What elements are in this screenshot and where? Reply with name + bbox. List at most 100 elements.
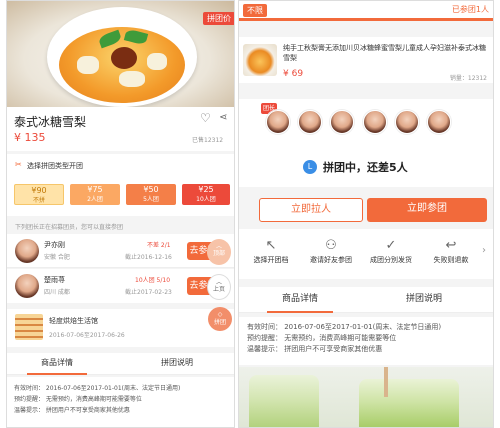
join-hint: 下列团长正在招募团员，您可以直接参团 bbox=[15, 224, 124, 231]
member-avatar bbox=[330, 110, 354, 134]
member-avatar bbox=[427, 110, 451, 134]
group-deadline: 截止2017-02-23 bbox=[125, 289, 172, 296]
heart-icon[interactable]: ♡ bbox=[200, 111, 211, 125]
product-info: 泰式冰糖雪梨 ¥ 135 ♡ ⋖ 已售12312 bbox=[7, 107, 234, 151]
top-bar: 不限 已参团1人 bbox=[239, 1, 493, 18]
info-block: 有效时间： 2016-07-06至2017-01-01(周末、法定节日通用) 预… bbox=[7, 377, 234, 427]
left-screen: 拼团价 泰式冰糖雪梨 ¥ 135 ♡ ⋖ 已售12312 ✂ 选择拼团类型开团 … bbox=[6, 0, 235, 428]
coupon-label: 拼团 bbox=[213, 319, 226, 326]
shop-row[interactable]: 轻度烘焙生活馆 2016-07-06至2017-06-26 ◇ 拼团 bbox=[7, 307, 234, 347]
option-10[interactable]: ¥25 10人团 bbox=[182, 184, 230, 205]
pear-piece bbox=[77, 56, 99, 74]
option-5[interactable]: ¥50 5人团 bbox=[126, 184, 176, 205]
member-avatar bbox=[363, 110, 387, 134]
item-title: 纯手工秋梨膏无添加川贝冰糖蜂蜜雪梨儿童成人孕妇滋补泰式冰糖雪梨 bbox=[283, 44, 486, 62]
step-label: 失败则退款 bbox=[433, 256, 469, 264]
leader-name: 尹亦刚 bbox=[44, 241, 65, 249]
item-price: ¥ 69 bbox=[283, 69, 304, 79]
pear-piece bbox=[119, 71, 145, 87]
step-label: 成团分別发货 bbox=[370, 256, 412, 264]
check-icon: ✓ bbox=[385, 238, 397, 253]
straw-image bbox=[384, 367, 388, 397]
option-label: 10人团 bbox=[196, 196, 216, 203]
right-screen: 不限 已参团1人 纯手工秋梨膏无添加川贝冰糖蜂蜜雪梨儿童成人孕妇滋补泰式冰糖雪梨… bbox=[238, 0, 494, 428]
option-price: ¥90 bbox=[31, 186, 47, 195]
invite-button[interactable]: 立即拉人 bbox=[259, 198, 363, 222]
item-thumbnail bbox=[243, 44, 277, 76]
info-line: 温馨提示： 拼团用户不可享受商家其他优惠 bbox=[247, 345, 383, 353]
info-block: 有效时间： 2016-07-06至2017-01-01(周末、法定节日通用) 预… bbox=[239, 317, 493, 365]
jar-image bbox=[359, 379, 459, 427]
user-icon: ⚇ bbox=[325, 238, 337, 253]
unlimited-tag: 不限 bbox=[243, 4, 267, 17]
leader-place: 四川 成都 bbox=[44, 289, 70, 296]
group-status: 不差 2/1 bbox=[147, 242, 171, 249]
tab-product-detail[interactable]: 商品详情 bbox=[267, 287, 333, 313]
detail-tabs: 商品详情 拼团说明 bbox=[239, 287, 493, 313]
cursor-icon: ↖ bbox=[265, 238, 277, 253]
step-item: ⚇ 邀请好友参团 bbox=[303, 237, 359, 265]
step-label: 邀请好友参团 bbox=[310, 256, 352, 264]
tag-icon: ✂ bbox=[15, 160, 22, 169]
joined-count: 已参团1人 bbox=[451, 5, 489, 14]
share-icon[interactable]: ⋖ bbox=[219, 112, 227, 123]
product-title: 泰式冰糖雪梨 bbox=[14, 115, 87, 129]
group-coupon-button[interactable]: ◇ 拼团 bbox=[208, 307, 232, 331]
detail-tabs: 商品详情 拼团说明 bbox=[7, 353, 234, 375]
avatar bbox=[15, 239, 39, 263]
step-item: ↖ 选择开团档 bbox=[243, 237, 299, 265]
tab-product-detail[interactable]: 商品详情 bbox=[27, 353, 87, 375]
info-line: 温馨提示： 拼团用户不可享受商家其他优惠 bbox=[14, 407, 130, 414]
steps-section: ↖ 选择开团档 ⚇ 邀请好友参团 ✓ 成团分別发货 ↩ 失败则退款 › bbox=[239, 229, 493, 279]
tab-group-rules[interactable]: 拼团说明 bbox=[391, 287, 457, 311]
shop-time: 2016-07-06至2017-06-26 bbox=[49, 332, 125, 339]
info-line: 有效时间： 2016-07-06至2017-01-01(周末、法定节日通用) bbox=[247, 323, 442, 331]
group-status: 10人团 5/10 bbox=[135, 277, 171, 284]
shop-logo bbox=[15, 314, 43, 340]
member-avatar bbox=[298, 110, 322, 134]
leader-name: 楚雨荨 bbox=[44, 276, 65, 284]
option-price: ¥50 bbox=[143, 185, 159, 194]
drink-image bbox=[249, 375, 319, 427]
tag-icon: ◇ bbox=[217, 311, 223, 318]
chevron-up-icon: ︿ bbox=[215, 279, 222, 286]
option-label: 5人团 bbox=[143, 196, 159, 203]
chevron-right-icon[interactable]: › bbox=[482, 245, 486, 256]
join-now-button[interactable]: 立即参团 bbox=[367, 198, 487, 222]
group-row: 楚雨荨 四川 成都 10人团 5/10 截止2017-02-23 去参团 ︿ 上页 bbox=[7, 269, 234, 303]
option-label: 2人团 bbox=[87, 196, 103, 203]
option-price: ¥75 bbox=[87, 185, 103, 194]
info-line: 有效时间： 2016-07-06至2017-01-01(周末、法定节日通用) bbox=[14, 385, 181, 392]
info-line: 预约提醒： 无需预约，消费高峰期可能需要等位 bbox=[247, 334, 397, 342]
tab-group-rules[interactable]: 拼团说明 bbox=[147, 353, 207, 373]
date-fruit bbox=[111, 47, 137, 69]
back-to-top-button[interactable]: ︿ 顶部 bbox=[207, 239, 231, 265]
pear-piece bbox=[147, 53, 167, 70]
refund-icon: ↩ bbox=[445, 238, 457, 253]
chevron-up-icon: ︿ bbox=[215, 243, 222, 250]
shop-name: 轻度烘焙生活馆 bbox=[49, 317, 98, 325]
leader-place: 安徽 合肥 bbox=[44, 254, 70, 261]
option-solo[interactable]: ¥90 不拼 bbox=[14, 184, 64, 205]
clock-icon: L bbox=[303, 160, 317, 174]
avatar bbox=[15, 274, 39, 298]
group-status-text: 拼团中，还差5人 bbox=[323, 161, 408, 174]
progress-bar bbox=[239, 18, 493, 21]
float-label: 顶部 bbox=[212, 250, 225, 257]
float-label: 上页 bbox=[212, 286, 225, 293]
option-label: 不拼 bbox=[32, 197, 45, 204]
option-price: ¥25 bbox=[198, 185, 214, 194]
product-price: ¥ 135 bbox=[14, 131, 46, 144]
step-label: 选择开团档 bbox=[253, 256, 289, 264]
item-sales: 销量：12312 bbox=[449, 75, 487, 82]
group-price-badge: 拼团价 bbox=[203, 12, 234, 25]
option-2[interactable]: ¥75 2人团 bbox=[70, 184, 120, 205]
step-item: ↩ 失败则退款 bbox=[423, 237, 479, 265]
step-item: ✓ 成团分別发货 bbox=[363, 237, 419, 265]
prev-page-button[interactable]: ︿ 上页 bbox=[207, 274, 231, 300]
group-deadline: 截止2016-12-16 bbox=[125, 254, 172, 261]
group-status-section: 团长 L 拼团中，还差5人 bbox=[239, 99, 493, 187]
member-avatar bbox=[395, 110, 419, 134]
product-photo: 拼团价 bbox=[7, 1, 234, 107]
item-card[interactable]: 纯手工秋梨膏无添加川贝冰糖蜂蜜雪梨儿童成人孕妇滋补泰式冰糖雪梨 ¥ 69 销量：… bbox=[239, 37, 493, 83]
